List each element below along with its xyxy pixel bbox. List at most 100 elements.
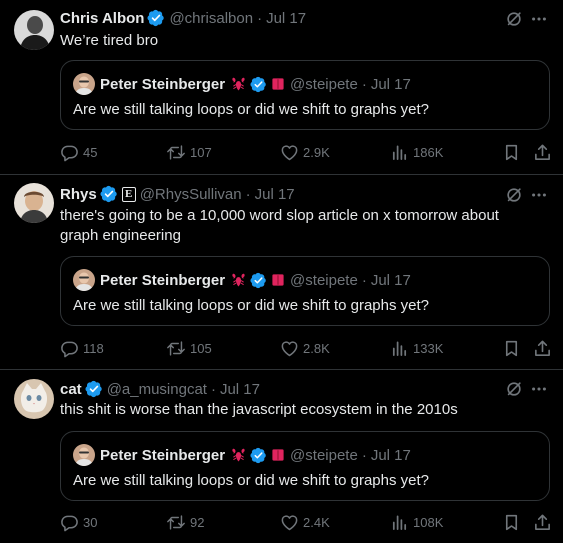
tweet-text: We’re tired bro <box>60 32 159 49</box>
reply-icon <box>60 339 79 358</box>
views-button[interactable]: 133K <box>390 338 443 358</box>
quote-text: Are we still talking loops or did we shi… <box>73 472 430 489</box>
reply-button[interactable]: 45 <box>60 142 97 162</box>
quoted-tweet[interactable]: Peter Steinberger @steipete · Jul 17 Are… <box>60 60 550 130</box>
views-icon <box>390 339 409 358</box>
avatar-image <box>14 10 54 50</box>
verified-badge-icon <box>250 76 267 93</box>
tweet-2[interactable]: Rhys E @RhysSullivan · Jul 17 there's go… <box>0 175 563 369</box>
tweet-1[interactable]: Chris Albon @chrisalbon · Jul 17 We’re t… <box>0 0 563 174</box>
book-emoji-icon <box>270 447 286 463</box>
grok-icon[interactable] <box>505 380 523 398</box>
separator: · <box>361 446 367 464</box>
views-button[interactable]: 108K <box>390 512 443 532</box>
quoted-tweet[interactable]: Peter Steinberger @steipete · Jul 17 Are… <box>60 256 550 326</box>
action-bar: 30 92 2.4K 108K <box>60 512 550 532</box>
quote-author-name: Peter Steinberger <box>100 446 226 464</box>
quote-avatar <box>73 73 95 95</box>
views-button[interactable]: 186K <box>390 142 443 162</box>
quote-text: Are we still talking loops or did we shi… <box>73 101 430 118</box>
share-icon <box>533 339 552 358</box>
share-button[interactable] <box>533 512 556 532</box>
author-name[interactable]: Rhys <box>60 186 97 203</box>
lobster-emoji-icon <box>230 272 247 289</box>
views-count: 186K <box>413 144 444 160</box>
lobster-emoji-icon <box>230 76 247 93</box>
verified-badge-icon <box>147 9 165 27</box>
more-options-icon[interactable] <box>530 186 548 204</box>
action-bar: 45 107 2.9K 186K <box>60 142 550 162</box>
tweet-3[interactable]: cat @a_musingcat · Jul 17 this shit is w… <box>0 370 563 543</box>
like-button[interactable]: 2.9K <box>280 142 330 162</box>
reply-button[interactable]: 30 <box>60 512 97 532</box>
tweet-date[interactable]: Jul 17 <box>255 186 295 203</box>
like-icon <box>280 143 299 162</box>
quote-header: Peter Steinberger @steipete · Jul 17 <box>73 73 411 95</box>
avatar-image <box>14 183 54 223</box>
more-options-icon[interactable] <box>530 10 548 28</box>
quote-author-handle: @steipete <box>290 75 358 93</box>
retweet-button[interactable]: 105 <box>166 338 212 358</box>
tweet-header: Chris Albon @chrisalbon · Jul 17 <box>60 8 306 28</box>
author-handle[interactable]: @a_musingcat <box>107 381 207 398</box>
like-count: 2.4K <box>303 514 330 530</box>
separator: · <box>210 380 216 398</box>
separator: · <box>257 9 263 27</box>
tweet-date[interactable]: Jul 17 <box>266 10 306 27</box>
retweet-count: 107 <box>190 144 212 160</box>
more-options-icon[interactable] <box>530 380 548 398</box>
affiliation-badge-icon[interactable]: E <box>121 186 136 202</box>
quote-date: Jul 17 <box>370 75 411 93</box>
author-handle[interactable]: @RhysSullivan <box>140 186 242 203</box>
avatar[interactable] <box>14 10 54 50</box>
like-icon <box>280 513 299 532</box>
views-icon <box>390 513 409 532</box>
quote-date: Jul 17 <box>370 271 411 289</box>
views-count: 108K <box>413 514 444 530</box>
like-button[interactable]: 2.8K <box>280 338 330 358</box>
reply-count: 118 <box>83 340 104 356</box>
quoted-tweet[interactable]: Peter Steinberger @steipete · Jul 17 Are… <box>60 431 550 501</box>
author-name[interactable]: Chris Albon <box>60 10 144 27</box>
tweet-date[interactable]: Jul 17 <box>220 381 260 398</box>
like-count: 2.9K <box>303 144 330 160</box>
like-button[interactable]: 2.4K <box>280 512 330 532</box>
retweet-icon <box>166 339 186 358</box>
retweet-button[interactable]: 92 <box>166 512 204 532</box>
separator: · <box>361 75 367 93</box>
bookmark-button[interactable] <box>502 338 525 358</box>
bookmark-icon <box>502 513 521 532</box>
avatar[interactable] <box>14 379 54 419</box>
author-name[interactable]: cat <box>60 381 82 398</box>
views-icon <box>390 143 409 162</box>
lobster-emoji-icon <box>230 447 247 464</box>
tweet-header: cat @a_musingcat · Jul 17 <box>60 379 260 399</box>
bookmark-button[interactable] <box>502 512 525 532</box>
tweet-text: there's going to be a 10,000 word slop a… <box>60 207 499 244</box>
author-handle[interactable]: @chrisalbon <box>169 10 253 27</box>
action-bar: 118 105 2.8K 133K <box>60 338 550 358</box>
reply-button[interactable]: 118 <box>60 338 104 358</box>
grok-icon[interactable] <box>505 10 523 28</box>
like-count: 2.8K <box>303 340 330 356</box>
bookmark-button[interactable] <box>502 142 525 162</box>
avatar[interactable] <box>14 183 54 223</box>
share-button[interactable] <box>533 142 556 162</box>
reply-count: 30 <box>83 514 98 530</box>
quote-author-name: Peter Steinberger <box>100 271 226 289</box>
share-button[interactable] <box>533 338 556 358</box>
separator: · <box>245 185 251 203</box>
share-icon <box>533 513 552 532</box>
share-icon <box>533 143 552 162</box>
quote-avatar <box>73 269 95 291</box>
reply-count: 45 <box>83 144 98 160</box>
grok-icon[interactable] <box>505 186 523 204</box>
verified-badge-icon <box>250 272 267 289</box>
reply-icon <box>60 143 79 162</box>
like-icon <box>280 339 299 358</box>
retweet-count: 105 <box>190 340 212 356</box>
quote-header: Peter Steinberger @steipete · Jul 17 <box>73 444 411 466</box>
retweet-button[interactable]: 107 <box>166 142 212 162</box>
quote-text: Are we still talking loops or did we shi… <box>73 297 430 314</box>
views-count: 133K <box>413 340 444 356</box>
